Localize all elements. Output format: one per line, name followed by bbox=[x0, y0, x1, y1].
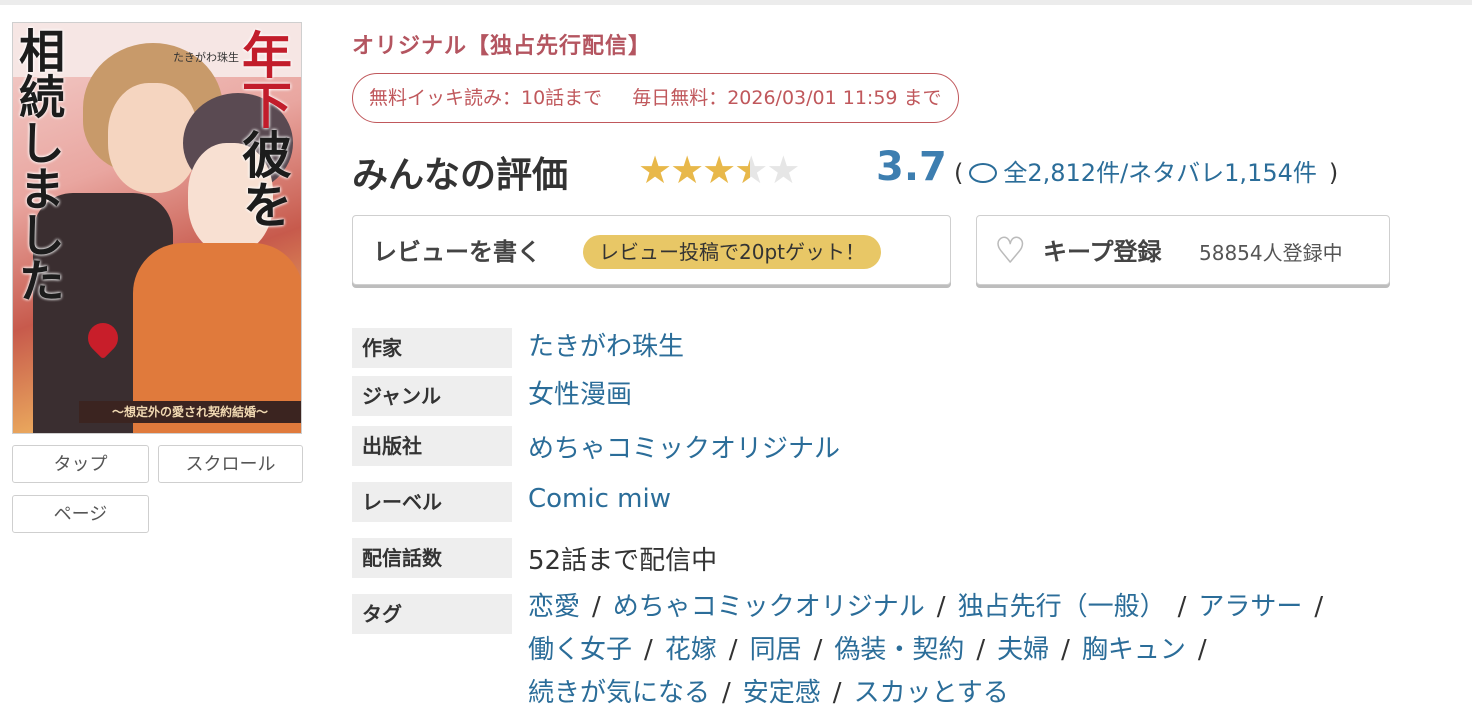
tag-link[interactable]: スカッとする bbox=[854, 678, 1009, 708]
episodes-value: 52話まで配信中 bbox=[528, 546, 718, 576]
keep-button[interactable]: ♥ キープ登録 58854人登録中 bbox=[976, 215, 1390, 285]
tag-link[interactable]: 夫婦 bbox=[997, 635, 1049, 665]
tag-link[interactable]: 独占先行（一般） bbox=[958, 592, 1166, 622]
review-count-link[interactable]: ( 全2,812件/ネタバレ1,154件) bbox=[954, 153, 1338, 188]
rating-title: みんなの評価 bbox=[352, 155, 569, 196]
tag-separator: / bbox=[976, 635, 986, 665]
star-icon: ★ bbox=[766, 148, 800, 192]
cover-author: たきがわ珠生 bbox=[173, 51, 239, 64]
write-review-button[interactable]: レビューを書く レビュー投稿で20ptゲット！ bbox=[352, 215, 951, 285]
tag-link[interactable]: 安定感 bbox=[743, 678, 821, 708]
review-promo-badge: レビュー投稿で20ptゲット！ bbox=[583, 235, 881, 269]
info-label: レーベル bbox=[352, 482, 512, 522]
speech-bubble-icon bbox=[969, 163, 998, 183]
author-link[interactable]: たきがわ珠生 bbox=[528, 326, 684, 363]
info-label: タグ bbox=[352, 594, 512, 634]
tag-separator: / bbox=[722, 678, 731, 708]
free-info-box: 無料イッキ読み：10話まで 毎日無料：2026/03/01 11:59 まで bbox=[352, 73, 959, 123]
star-icon: ★ bbox=[702, 148, 736, 192]
cover-title-red: 年下 bbox=[234, 29, 292, 129]
star-icon: ★ bbox=[638, 148, 672, 192]
cover-title-right: 年下彼を bbox=[233, 29, 293, 229]
info-label: ジャンル bbox=[352, 376, 512, 416]
tag-separator: / bbox=[832, 678, 842, 708]
scroll-view-button[interactable]: スクロール bbox=[158, 445, 303, 483]
info-label: 作家 bbox=[352, 328, 512, 368]
tag-separator: / bbox=[813, 635, 823, 665]
star-rating: ★★★★ ★ bbox=[638, 148, 800, 192]
label-link[interactable]: Comic miw bbox=[528, 484, 671, 514]
tag-link[interactable]: アラサー bbox=[1198, 592, 1302, 622]
cover-image[interactable]: 相続しました 年下彼を たきがわ珠生 〜想定外の愛され契約結婚〜 bbox=[12, 22, 302, 434]
top-divider bbox=[0, 0, 1472, 5]
info-label: 出版社 bbox=[352, 426, 512, 466]
cover-title-left: 相続しました bbox=[12, 27, 66, 303]
tag-list: 恋愛 / めちゃコミックオリジナル / 独占先行（一般） / アラサー / 働く女子 / 花嫁 / 同居… bbox=[528, 586, 1428, 715]
cover-title-rest: 彼を bbox=[234, 129, 292, 229]
page-view-button[interactable]: ページ bbox=[12, 495, 149, 533]
tag-separator: / bbox=[592, 592, 601, 622]
tag-separator: / bbox=[644, 635, 653, 665]
star-icon: ★ bbox=[734, 148, 768, 192]
publisher-link[interactable]: めちゃコミックオリジナル bbox=[528, 428, 840, 465]
title-tag: オリジナル【独占先行配信】 bbox=[352, 34, 652, 59]
tag-link[interactable]: 胸キュン bbox=[1082, 635, 1186, 665]
info-label: 配信話数 bbox=[352, 538, 512, 578]
tag-link[interactable]: 偽装・契約 bbox=[834, 635, 964, 665]
write-review-label: レビューを書く bbox=[373, 238, 541, 266]
tag-link[interactable]: 働く女子 bbox=[528, 635, 632, 665]
open-paren: ( bbox=[954, 159, 964, 187]
cover-subtitle: 〜想定外の愛され契約結婚〜 bbox=[79, 401, 301, 423]
free-ikki-text: 無料イッキ読み：10話まで bbox=[369, 87, 603, 109]
close-paren: ) bbox=[1328, 159, 1339, 187]
free-daily-text: 毎日無料：2026/03/01 11:59 まで bbox=[632, 87, 942, 109]
keep-count: 58854人登録中 bbox=[1199, 241, 1343, 265]
tag-separator: / bbox=[1177, 592, 1187, 622]
genre-link[interactable]: 女性漫画 bbox=[528, 374, 632, 411]
tap-view-button[interactable]: タップ bbox=[12, 445, 149, 483]
review-count-text[interactable]: 全2,812件/ネタバレ1,154件 bbox=[1003, 159, 1317, 187]
tag-link[interactable]: 続きが気になる bbox=[528, 678, 710, 708]
rating-score: 3.7 bbox=[876, 144, 947, 190]
tag-link[interactable]: 花嫁 bbox=[665, 635, 717, 665]
tag-link[interactable]: 同居 bbox=[750, 635, 802, 665]
heart-icon: ♥ bbox=[994, 231, 1026, 271]
tag-separator: / bbox=[1061, 635, 1070, 665]
keep-label: キープ登録 bbox=[1043, 238, 1162, 266]
tag-separator: / bbox=[936, 592, 946, 622]
tag-link[interactable]: 恋愛 bbox=[528, 592, 580, 622]
tag-separator: / bbox=[1314, 592, 1324, 622]
tag-link[interactable]: めちゃコミックオリジナル bbox=[613, 592, 925, 622]
tag-separator: / bbox=[1197, 635, 1207, 665]
tag-separator: / bbox=[728, 635, 738, 665]
star-icon: ★ bbox=[670, 148, 704, 192]
